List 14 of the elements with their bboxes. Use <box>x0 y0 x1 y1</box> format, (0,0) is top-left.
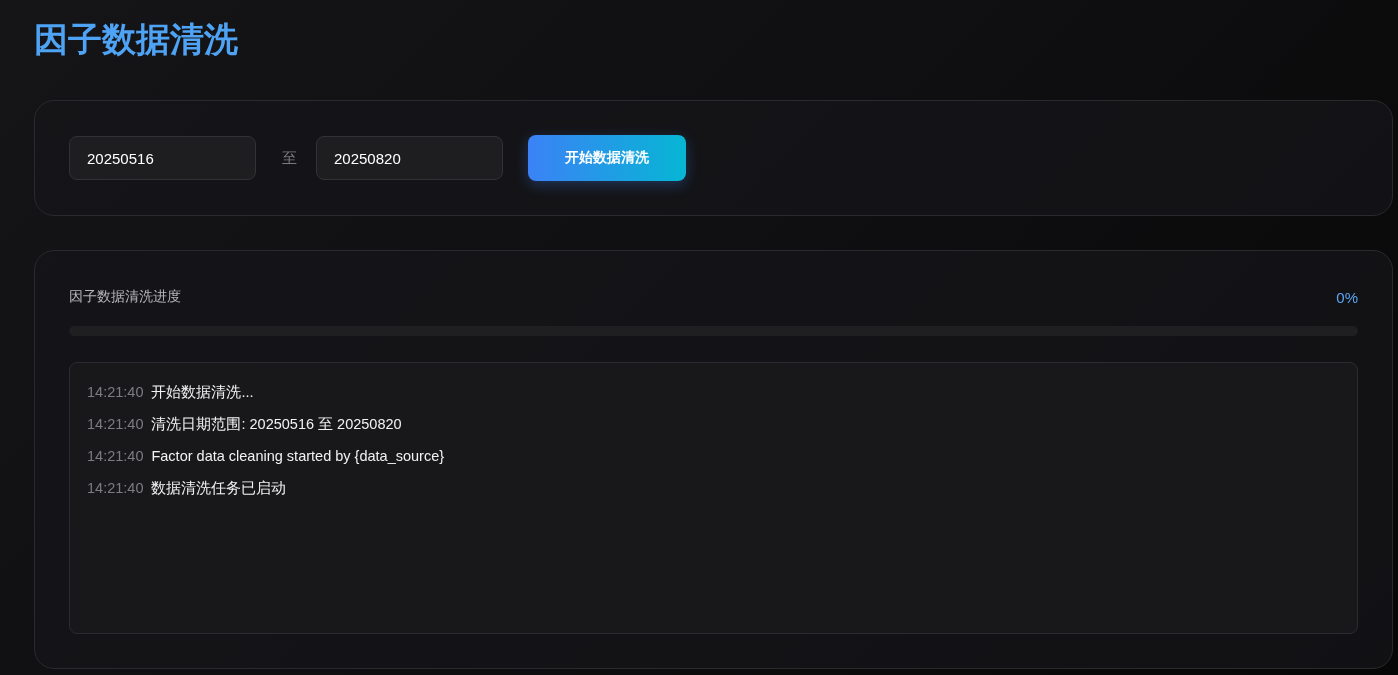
log-message: 清洗日期范围: 20250516 至 20250820 <box>151 414 402 434</box>
range-separator: 至 <box>282 148 297 168</box>
log-timestamp: 14:21:40 <box>87 480 144 496</box>
log-message: 开始数据清洗... <box>151 382 254 402</box>
progress-percent: 0% <box>1336 288 1358 306</box>
start-date-field[interactable]: 20250516 <box>69 136 256 180</box>
log-timestamp: 14:21:40 <box>87 384 144 400</box>
progress-label: 因子数据清洗进度 <box>69 288 181 306</box>
page-title: 因子数据清洗 <box>34 19 238 60</box>
log-message: 数据清洗任务已启动 <box>151 478 287 498</box>
log-timestamp: 14:21:40 <box>87 416 144 432</box>
log-message: Factor data cleaning started by {data_source} <box>151 448 445 464</box>
log-timestamp: 14:21:40 <box>87 448 144 464</box>
end-date-field[interactable]: 20250820 <box>316 136 503 180</box>
